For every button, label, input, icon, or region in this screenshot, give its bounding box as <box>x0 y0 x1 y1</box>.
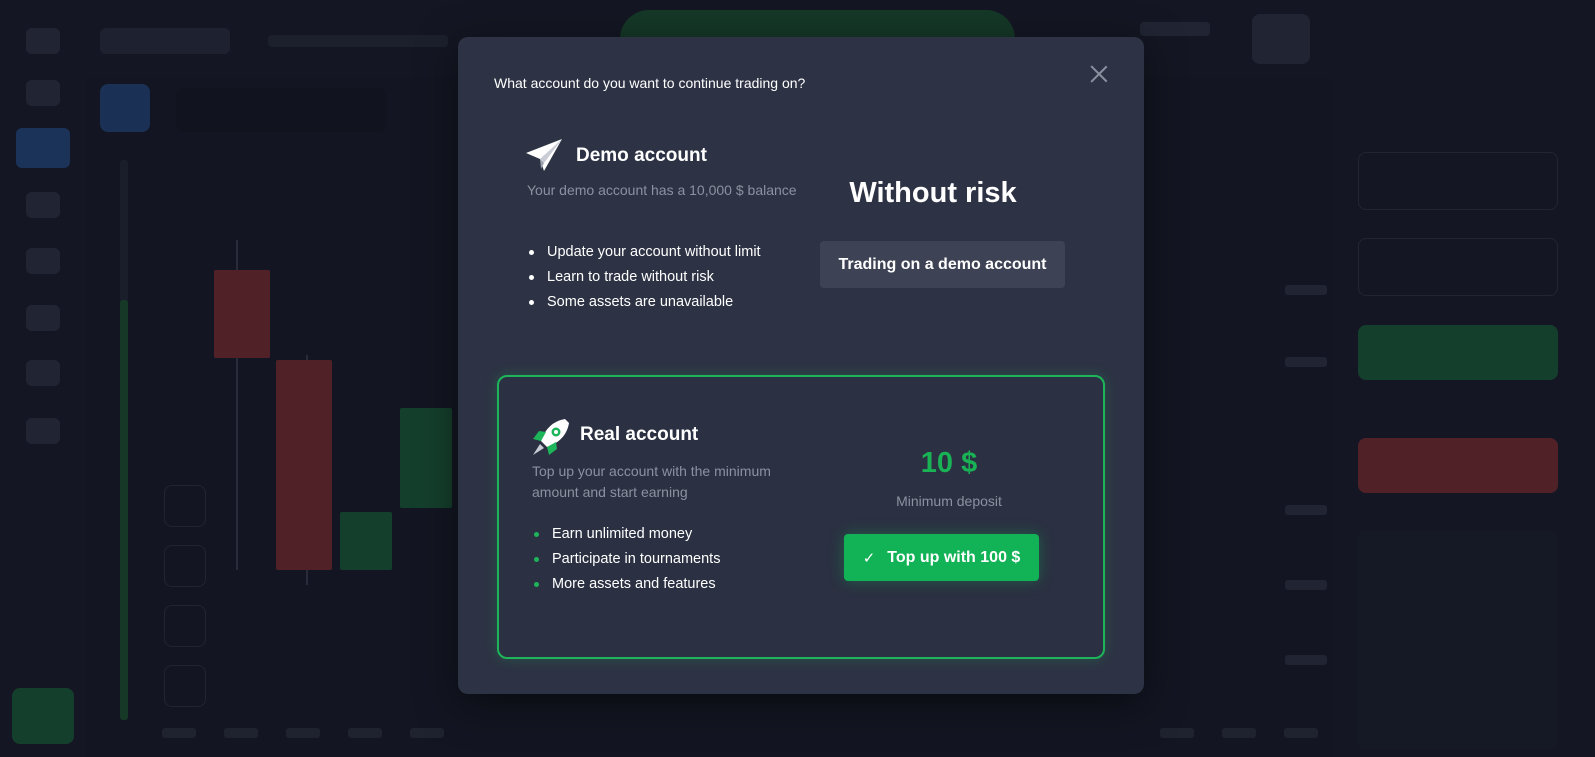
demo-headline: Without risk <box>849 177 1017 209</box>
account-choice-dialog: What account do you want to continue tra… <box>458 37 1144 694</box>
list-item: Earn unlimited money <box>532 522 720 547</box>
close-icon[interactable] <box>1090 65 1108 83</box>
demo-account-title: Demo account <box>576 145 707 166</box>
minimum-deposit-label: Minimum deposit <box>896 493 1002 509</box>
list-item: Some assets are unavailable <box>527 290 761 315</box>
demo-account-description: Your demo account has a 10,000 $ balance <box>527 182 797 198</box>
real-account-title: Real account <box>580 424 699 445</box>
top-up-button-label: Top up with 100 $ <box>887 548 1021 566</box>
list-item: Update your account without limit <box>527 240 761 265</box>
rocket-icon <box>533 419 569 455</box>
real-account-description: Top up your account with the minimum amo… <box>532 463 771 500</box>
list-item: Learn to trade without risk <box>527 265 761 290</box>
list-item: Participate in tournaments <box>532 547 720 572</box>
real-features-list: Earn unlimited money Participate in tour… <box>532 522 720 597</box>
demo-features-list: Update your account without limit Learn … <box>527 240 761 315</box>
dialog-title: What account do you want to continue tra… <box>494 75 806 91</box>
real-account-card: Real account Top up your account with th… <box>497 375 1105 659</box>
minimum-deposit-amount: 10 $ <box>920 447 978 479</box>
demo-trading-button[interactable]: Trading on a demo account <box>820 241 1065 288</box>
paper-plane-icon <box>526 139 562 171</box>
check-icon: ✓ <box>862 548 876 567</box>
top-up-button[interactable]: ✓ Top up with 100 $ <box>844 534 1039 581</box>
list-item: More assets and features <box>532 572 720 597</box>
